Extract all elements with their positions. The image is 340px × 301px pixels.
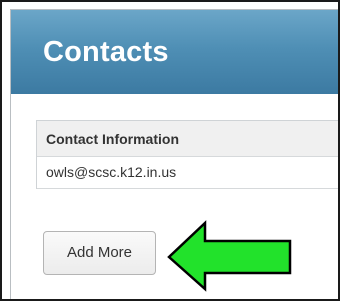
contact-table: Contact Information owls@scsc.k12.in.us (36, 120, 338, 189)
left-arrow-icon (167, 220, 292, 292)
page-header: Contacts (11, 10, 338, 94)
page-title: Contacts (43, 36, 169, 68)
contact-email-cell: owls@scsc.k12.in.us (46, 164, 177, 180)
table-row: owls@scsc.k12.in.us (37, 157, 338, 189)
screenshot-frame: Contacts Contact Information owls@scsc.k… (0, 0, 340, 301)
table-column-header: Contact Information (37, 121, 338, 157)
add-more-button[interactable]: Add More (43, 231, 156, 275)
